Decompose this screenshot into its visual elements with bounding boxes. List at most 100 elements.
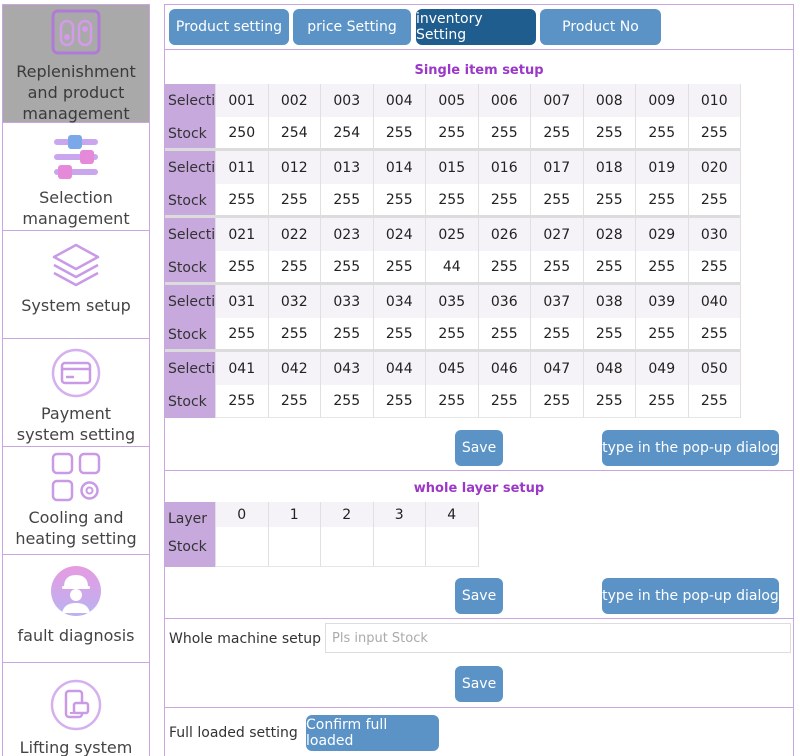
sidebar-item-label: Cooling and heating setting	[15, 508, 137, 548]
stock-cell[interactable]: 255	[635, 117, 688, 150]
selection-number-cell: 030	[687, 218, 740, 251]
row-header-stock: Stock	[165, 117, 215, 150]
stock-cell[interactable]: 255	[477, 251, 530, 284]
row-header-selection: Selecti	[165, 352, 215, 385]
stock-cell[interactable]: 255	[477, 385, 530, 418]
stock-cell[interactable]: 255	[530, 117, 583, 150]
selection-number-cell: 005	[425, 84, 478, 117]
stock-cell[interactable]: 255	[425, 184, 478, 217]
stock-cell[interactable]: 255	[267, 251, 320, 284]
selection-number-cell: 045	[425, 352, 478, 385]
stock-cell[interactable]: 255	[425, 117, 478, 150]
stock-cell[interactable]: 44	[425, 251, 478, 284]
single-item-popup-button[interactable]: type in the pop-up dialog	[602, 430, 779, 466]
selection-number-cell: 018	[582, 151, 635, 184]
stock-cell[interactable]: 250	[215, 117, 268, 150]
stock-cell[interactable]: 255	[530, 318, 583, 351]
stock-cell[interactable]: 255	[267, 385, 320, 418]
stock-cell[interactable]: 255	[687, 184, 740, 217]
stock-cell[interactable]: 255	[320, 184, 373, 217]
selection-number-cell: 050	[687, 352, 740, 385]
sidebar-item-payment[interactable]: Payment system setting	[3, 339, 149, 447]
selection-number-cell: 015	[425, 151, 478, 184]
sidebar-item-label: System setup	[21, 296, 131, 315]
stock-cell[interactable]: 254	[267, 117, 320, 150]
divider	[165, 470, 793, 471]
stock-cell[interactable]: 255	[215, 318, 268, 351]
whole-machine-save-button[interactable]: Save	[455, 666, 503, 702]
stock-cell[interactable]: 255	[687, 385, 740, 418]
single-item-save-button[interactable]: Save	[455, 430, 503, 466]
stock-cell[interactable]: 255	[635, 385, 688, 418]
layer-stock-cell[interactable]	[267, 527, 320, 567]
stock-cell[interactable]: 255	[582, 117, 635, 150]
layer-stock-cell[interactable]	[215, 527, 268, 567]
whole-layer-save-button[interactable]: Save	[455, 578, 503, 614]
sidebar-item-selection[interactable]: Selection management	[3, 123, 149, 231]
stock-cell[interactable]: 255	[267, 184, 320, 217]
stock-cell[interactable]: 255	[582, 251, 635, 284]
selection-number-cell: 035	[425, 285, 478, 318]
stock-cell[interactable]: 255	[687, 117, 740, 150]
stock-cell[interactable]: 255	[320, 385, 373, 418]
stock-cell[interactable]: 255	[372, 251, 425, 284]
layer-stock-cell[interactable]	[320, 527, 373, 567]
stock-cell[interactable]: 255	[320, 251, 373, 284]
tab-inventory-setting[interactable]: inventory Setting	[416, 9, 536, 45]
selection-number-cell: 029	[635, 218, 688, 251]
whole-layer-popup-button[interactable]: type in the pop-up dialog	[602, 578, 779, 614]
stock-cell[interactable]: 255	[687, 318, 740, 351]
stock-cell[interactable]: 255	[635, 184, 688, 217]
stock-cell[interactable]: 255	[582, 184, 635, 217]
row-header-stock: Stock	[165, 318, 215, 351]
stock-cell[interactable]: 255	[477, 117, 530, 150]
stock-cell[interactable]: 255	[687, 251, 740, 284]
whole-machine-stock-input[interactable]	[325, 623, 791, 653]
stock-cell[interactable]: 255	[215, 251, 268, 284]
stock-cell[interactable]: 255	[530, 251, 583, 284]
row-header-stock: Stock	[165, 251, 215, 284]
stock-cell[interactable]: 255	[372, 318, 425, 351]
sidebar-item-replenishment[interactable]: Replenishment and product management	[3, 5, 149, 123]
selection-number-cell: 024	[372, 218, 425, 251]
selection-number-cell: 012	[267, 151, 320, 184]
stock-cell[interactable]: 255	[477, 318, 530, 351]
stock-cell[interactable]: 255	[425, 318, 478, 351]
stock-cell[interactable]: 255	[582, 385, 635, 418]
stock-cell[interactable]: 255	[320, 318, 373, 351]
divider	[165, 707, 793, 708]
confirm-full-loaded-button[interactable]: Confirm full loaded	[306, 715, 439, 751]
layer-stock-cell[interactable]	[372, 527, 425, 567]
selection-number-cell: 001	[215, 84, 268, 117]
stock-cell[interactable]: 255	[425, 385, 478, 418]
selection-number-cell: 006	[477, 84, 530, 117]
stock-cell[interactable]: 254	[320, 117, 373, 150]
stock-cell[interactable]: 255	[215, 385, 268, 418]
selection-number-cell: 025	[425, 218, 478, 251]
sidebar-item-cooling-heating[interactable]: Cooling and heating setting	[3, 447, 149, 555]
tab-price-setting[interactable]: price Setting	[293, 9, 411, 45]
layer-stock-cell[interactable]	[425, 527, 478, 567]
stock-cell[interactable]: 255	[635, 251, 688, 284]
stock-cell[interactable]: 255	[582, 318, 635, 351]
stock-cell[interactable]: 255	[372, 385, 425, 418]
selection-number-cell: 010	[687, 84, 740, 117]
row-header-selection: Selecti	[165, 285, 215, 318]
tab-product-setting[interactable]: Product setting	[169, 9, 289, 45]
stock-cell[interactable]: 255	[267, 318, 320, 351]
sidebar-item-fault-diagnosis[interactable]: fault diagnosis	[3, 555, 149, 663]
grid-border	[477, 502, 479, 567]
stock-cell[interactable]: 255	[530, 385, 583, 418]
stock-cell[interactable]: 255	[477, 184, 530, 217]
stock-cell[interactable]: 255	[372, 184, 425, 217]
selection-number-cell: 027	[530, 218, 583, 251]
stock-cell[interactable]: 255	[530, 184, 583, 217]
sidebar-item-system-setup[interactable]: System setup	[3, 231, 149, 339]
stock-cell[interactable]: 255	[372, 117, 425, 150]
selection-number-cell: 004	[372, 84, 425, 117]
main-panel: Product setting price Setting inventory …	[164, 4, 794, 756]
sidebar-item-lifting[interactable]: Lifting system	[3, 663, 149, 756]
stock-cell[interactable]: 255	[215, 184, 268, 217]
stock-cell[interactable]: 255	[635, 318, 688, 351]
tab-product-no[interactable]: Product No	[540, 9, 661, 45]
